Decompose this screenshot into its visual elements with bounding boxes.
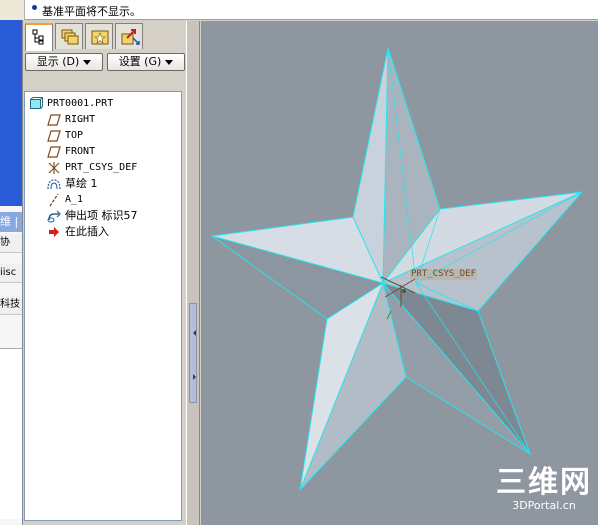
watermark: 三维网 3DPortal.cn	[493, 465, 595, 513]
sash-grip[interactable]	[189, 303, 197, 403]
tab-model-tree[interactable]	[25, 23, 53, 51]
status-message: 基准平面将不显示。	[42, 5, 141, 18]
show-menu-label: 显示 (D)	[36, 55, 80, 68]
navigator-panel: 显示 (D) 设置 (G) PRT0001.PRT RIGHT TOP FRON…	[23, 21, 185, 525]
favorites-icon	[91, 30, 109, 45]
protrusion-icon	[47, 210, 61, 223]
datum-axis-icon	[49, 193, 59, 207]
background-window[interactable]: 维 | 协 iisc 科技	[0, 20, 23, 525]
insert-here-arrow-icon	[49, 227, 59, 237]
background-window-title[interactable]: 维 |	[0, 212, 22, 232]
chevron-down-icon	[83, 59, 92, 65]
datum-plane-icon	[47, 130, 61, 142]
tree-item-label: 草绘 1	[65, 177, 98, 190]
collapse-left-icon[interactable]	[193, 330, 196, 336]
background-window-row[interactable]: 科技	[0, 296, 22, 315]
background-window-row[interactable]: iisc	[0, 264, 22, 283]
tree-item-label: PRT_CSYS_DEF	[65, 162, 138, 173]
tree-item-label: RIGHT	[65, 114, 96, 125]
model-tree-icon	[32, 29, 44, 45]
coordinate-system-icon	[48, 162, 60, 174]
settings-menu-button[interactable]: 设置 (G)	[107, 53, 185, 71]
layers-icon	[61, 29, 79, 45]
navigator-icon	[121, 29, 140, 45]
settings-menu-label: 设置 (G)	[118, 55, 162, 68]
csys-label: PRT_CSYS_DEF	[410, 269, 478, 280]
model-tree[interactable]: PRT0001.PRT RIGHT TOP FRONT PRT_CSYS_DEF	[24, 91, 182, 521]
star-faces	[212, 48, 582, 490]
star-model[interactable]	[201, 21, 598, 525]
tree-item-label: A_1	[65, 194, 84, 205]
sketch-icon	[47, 179, 61, 190]
graphics-window[interactable]: PRT_CSYS_DEF 三维网 3DPortal.cn	[201, 21, 598, 525]
panel-sash[interactable]	[186, 21, 200, 525]
tree-item-label: 在此插入	[65, 225, 109, 238]
background-window-row[interactable]: 协	[0, 234, 22, 253]
tree-item-label: FRONT	[65, 146, 96, 157]
show-menu-button[interactable]: 显示 (D)	[25, 53, 103, 71]
tab-favorites[interactable]	[85, 23, 113, 49]
background-window-desktop	[0, 20, 22, 206]
tree-toolbar: 显示 (D) 设置 (G)	[25, 53, 185, 73]
tab-layers[interactable]	[55, 23, 83, 49]
tree-item-label: PRT0001.PRT	[47, 98, 114, 109]
part-icon	[30, 97, 43, 109]
tree-item-label: TOP	[65, 130, 84, 141]
message-area: 基准平面将不显示。	[0, 0, 598, 20]
tab-navigator[interactable]	[115, 23, 143, 49]
background-window-content	[0, 348, 22, 519]
datum-plane-icon	[47, 114, 61, 126]
tree-item-label: 伸出项 标识57	[65, 209, 138, 222]
watermark-url: 3DPortal.cn	[512, 499, 576, 512]
message-gutter	[0, 0, 25, 20]
datum-plane-icon	[47, 146, 61, 158]
watermark-logo: 三维网	[496, 465, 592, 500]
info-bullet-icon	[32, 5, 37, 10]
expand-right-icon[interactable]	[193, 374, 196, 380]
chevron-down-icon	[165, 59, 174, 65]
